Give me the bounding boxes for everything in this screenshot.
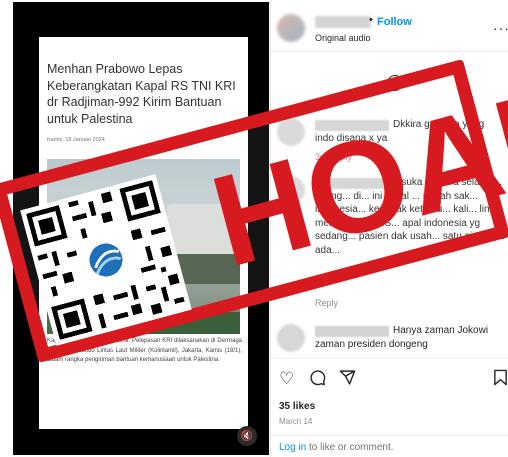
heart-icon[interactable]: ♡: [279, 369, 294, 389]
more-options-icon[interactable]: ···: [493, 20, 508, 36]
post-actions: ♡ 35 likes March 14 Log in to like or co…: [271, 358, 508, 457]
article-title: Menhan Prabowo Lepas Keberangkatan Kapal…: [47, 62, 236, 126]
login-rest: to like or comment.: [306, 442, 394, 453]
username-blurred[interactable]: [315, 16, 371, 28]
likes-count[interactable]: 35 likes: [279, 401, 315, 412]
comment-item: Hanya zaman Jokowi zaman presiden dongen…: [277, 324, 505, 356]
post-date[interactable]: March 14: [279, 417, 312, 426]
share-icon[interactable]: [339, 369, 356, 391]
bookmark-icon[interactable]: [493, 369, 508, 391]
article-date: Kamis, 18 Januari 2024: [47, 137, 105, 143]
avatar[interactable]: [277, 324, 305, 352]
audio-label[interactable]: Original audio: [315, 33, 371, 43]
reply-link[interactable]: Reply: [315, 298, 338, 308]
avatar[interactable]: [277, 14, 305, 42]
separator: •: [369, 14, 373, 26]
follow-button[interactable]: Follow: [377, 16, 412, 28]
comment-icon[interactable]: [309, 369, 326, 391]
login-link[interactable]: Log in: [279, 442, 306, 453]
mute-icon[interactable]: 🔇: [237, 426, 257, 446]
post-header: • Follow Original audio ···: [271, 0, 508, 52]
comment-text: Hanya zaman Jokowi zaman presiden dongen…: [315, 325, 489, 350]
screenshot: Menhan Prabowo Lepas Keberangkatan Kapal…: [0, 0, 508, 457]
login-prompt: Log in to like or comment.: [271, 435, 508, 457]
